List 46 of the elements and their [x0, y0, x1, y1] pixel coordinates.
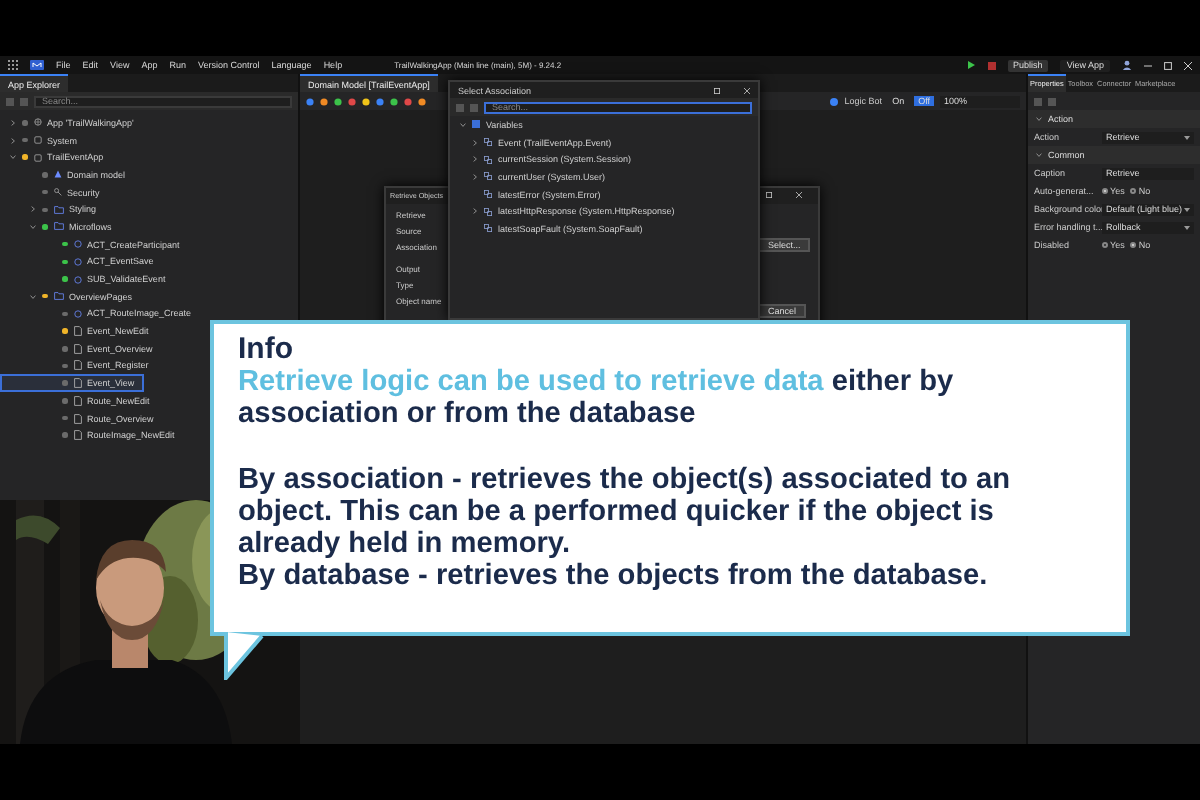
stop-icon[interactable] — [987, 61, 996, 69]
run-icon[interactable] — [965, 60, 976, 70]
info-paragraph: By association - retrieves the object(s) associated to an object. This can be a performed quicker if the object is already held in memory. — [238, 463, 1013, 561]
close-icon[interactable] — [744, 87, 750, 93]
association-icon — [484, 207, 492, 216]
chevron-icon[interactable] — [10, 119, 16, 126]
chevron-icon[interactable] — [30, 206, 36, 213]
key-icon — [53, 188, 61, 197]
info-paragraph: Retrieve logic can be used to retrieve data either by association or from the database — [238, 366, 956, 432]
close-icon[interactable] — [1184, 61, 1192, 69]
chevron-icon[interactable] — [472, 139, 478, 146]
minimize-icon[interactable] — [1144, 61, 1152, 69]
chevron-icon[interactable] — [460, 121, 466, 128]
association-icon — [484, 138, 492, 147]
maximize-icon[interactable] — [1164, 61, 1172, 69]
association-icon — [484, 172, 492, 181]
close-icon[interactable] — [796, 192, 802, 198]
chevron-icon[interactable] — [30, 293, 36, 300]
toggle-icon[interactable] — [830, 97, 839, 105]
maximize-icon[interactable] — [766, 192, 772, 198]
chevron-icon[interactable] — [472, 208, 478, 215]
sort-icon[interactable] — [1034, 97, 1042, 105]
association-icon — [484, 190, 492, 199]
maximize-icon[interactable] — [714, 87, 720, 93]
info-title: Info — [238, 334, 293, 367]
chevron-icon[interactable] — [10, 154, 16, 161]
chevron-icon[interactable] — [472, 173, 478, 180]
caret-icon — [1184, 207, 1190, 211]
user-icon[interactable] — [1122, 60, 1132, 70]
chevron-icon[interactable] — [30, 223, 36, 230]
category-icon[interactable] — [1048, 97, 1056, 105]
chevron-icon[interactable] — [10, 137, 16, 144]
association-icon — [484, 224, 492, 233]
logo-icon — [30, 60, 44, 70]
caret-icon — [1184, 225, 1190, 229]
globe-icon — [33, 118, 41, 127]
chevron-icon[interactable] — [1036, 116, 1042, 122]
variables-icon — [472, 120, 480, 129]
caret-icon — [1184, 135, 1190, 139]
chevron-icon[interactable] — [472, 156, 478, 163]
folder-icon — [53, 292, 63, 301]
association-icon — [484, 155, 492, 164]
domain-model-icon — [53, 170, 61, 179]
info-paragraph: By database - retrieves the objects from the database. — [238, 560, 988, 593]
microflow-icon — [73, 309, 81, 318]
chevron-icon[interactable] — [1036, 152, 1042, 158]
